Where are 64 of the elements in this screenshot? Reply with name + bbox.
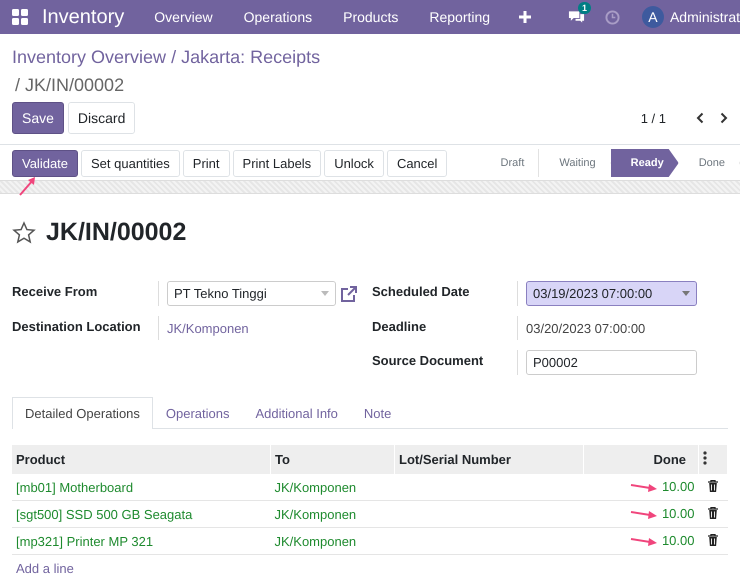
nav-menu-item[interactable]: Overview: [154, 9, 213, 25]
date-field[interactable]: 03/19/2023 07:00:00: [526, 281, 697, 306]
star-icon[interactable]: [12, 220, 36, 244]
save-button[interactable]: Save: [12, 102, 64, 134]
action-button[interactable]: Print Labels: [232, 150, 322, 176]
app-name[interactable]: Inventory: [42, 6, 124, 28]
user-name[interactable]: Administrat: [670, 9, 740, 25]
location-link[interactable]: JK/Komponen: [167, 320, 249, 336]
message-count-badge: 1: [578, 2, 591, 14]
trash-icon[interactable]: [708, 534, 718, 546]
field-value: 03/20/2023 07:00:00: [526, 320, 646, 336]
add-line-link[interactable]: Add a line: [16, 561, 74, 575]
action-button[interactable]: Cancel: [386, 150, 448, 176]
table-cell: JK/Komponen: [270, 474, 394, 500]
field-label: Deadline: [372, 318, 428, 336]
input-field[interactable]: P00002: [526, 350, 697, 375]
table-cell: JK/Komponen: [270, 500, 394, 528]
trash-icon[interactable]: [708, 480, 718, 492]
status-stage[interactable]: Ready: [610, 149, 679, 177]
field-label: Destination Location: [12, 318, 142, 336]
breadcrumb-separator: /: [15, 74, 20, 96]
table-cell: [mb01] Motherboard: [12, 474, 270, 500]
action-button[interactable]: Unlock: [324, 150, 384, 176]
table-cell: 10.00: [662, 506, 694, 522]
field-label: Receive From: [12, 283, 98, 301]
external-link-icon[interactable]: [340, 284, 358, 302]
trash-icon[interactable]: [708, 506, 718, 518]
column-header[interactable]: To: [270, 445, 394, 474]
table-cell: 10.00: [662, 479, 694, 494]
chat-icon[interactable]: [568, 10, 585, 24]
notebook-tab[interactable]: Operations: [152, 397, 242, 429]
action-button[interactable]: Set quantities: [81, 150, 180, 176]
column-options-icon[interactable]: [703, 451, 707, 465]
apps-menu-icon[interactable]: [12, 9, 28, 25]
column-header[interactable]: Lot/Serial Number: [394, 445, 584, 474]
nav-menu-item[interactable]: Reporting: [429, 9, 490, 25]
plus-icon[interactable]: [519, 11, 532, 23]
user-avatar[interactable]: A: [642, 6, 664, 28]
notebook-tab[interactable]: Detailed Operations: [12, 397, 153, 429]
table-cell: 10.00: [662, 533, 694, 548]
partner-select[interactable]: PT Tekno Tinggi: [167, 281, 336, 306]
nav-menu-item[interactable]: Operations: [244, 9, 312, 25]
breadcrumb-link[interactable]: Jakarta: Receipts: [181, 46, 320, 68]
field-label: Scheduled Date: [372, 283, 471, 301]
column-header[interactable]: Product: [12, 445, 270, 474]
discard-button[interactable]: Discard: [68, 102, 136, 134]
caret-icon[interactable]: [682, 291, 690, 296]
table-cell: JK/Komponen: [270, 528, 394, 554]
notebook-tab[interactable]: Additional Info: [242, 397, 351, 429]
action-button[interactable]: Validate: [12, 150, 78, 176]
table-cell: [sgt500] SSD 500 GB Seagata: [12, 500, 270, 528]
field-label: Source Document: [372, 352, 484, 370]
previous-icon[interactable]: [696, 112, 704, 124]
notebook-tab[interactable]: Note: [350, 397, 404, 429]
nav-menu-item[interactable]: Products: [343, 9, 398, 25]
action-button[interactable]: Print: [182, 150, 230, 176]
breadcrumb-link[interactable]: Inventory Overview: [12, 46, 166, 68]
pager-counter: 1 / 1: [640, 110, 666, 126]
record-title: JK/IN/00002: [46, 218, 186, 247]
breadcrumb-current: JK/IN/00002: [25, 74, 124, 96]
table-cell: [mp321] Printer MP 321: [12, 528, 270, 554]
column-header[interactable]: Done: [584, 445, 698, 474]
breadcrumb-separator: /: [171, 46, 176, 68]
next-icon[interactable]: [720, 112, 728, 124]
